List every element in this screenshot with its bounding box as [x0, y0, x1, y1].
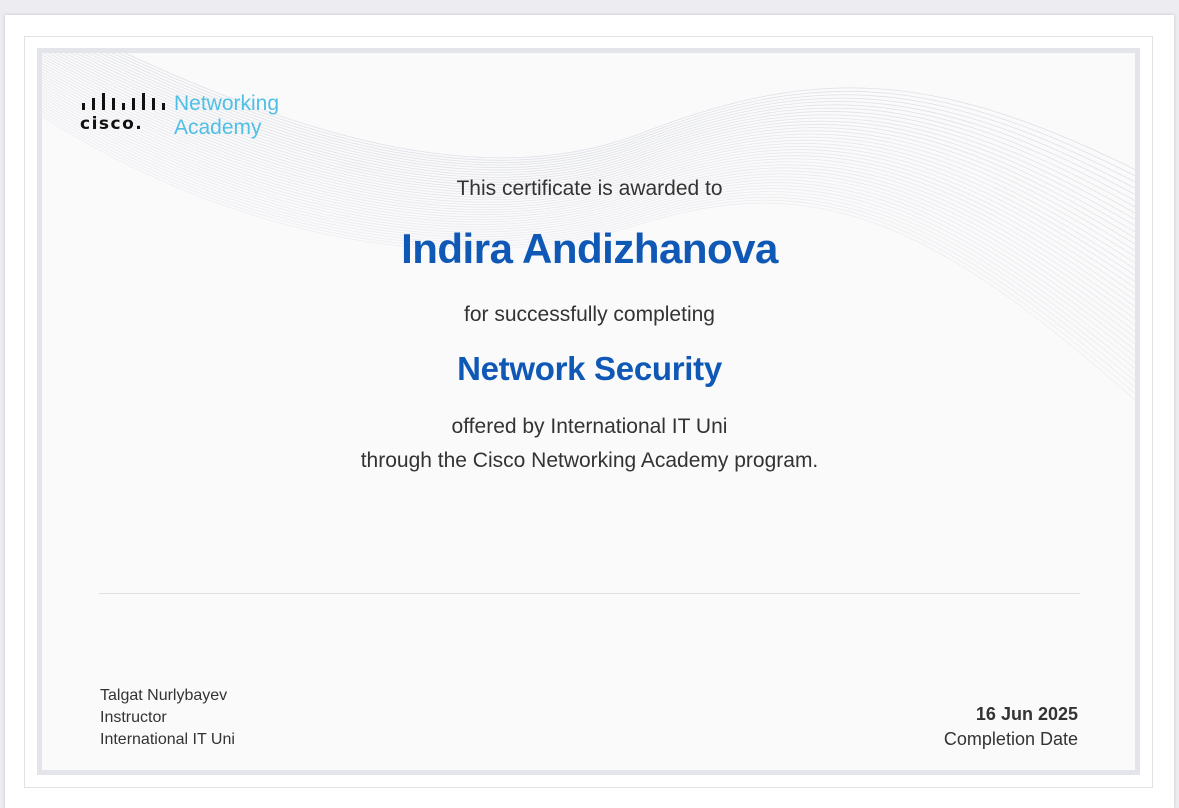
instructor-name: Talgat Nurlybayev	[100, 687, 228, 704]
instructor-block: Talgat Nurlybayev Instructor Internation…	[100, 685, 235, 751]
cisco-bars-icon	[82, 93, 165, 110]
logo-brand-text: cisco.	[80, 114, 144, 134]
logo-line-academy: Academy	[174, 116, 262, 139]
awarded-to-text: This certificate is awarded to	[456, 177, 723, 200]
instructor-role: Instructor	[100, 709, 167, 726]
instructor-organization: International IT Uni	[100, 731, 235, 748]
completion-date: 16 Jun 2025	[975, 704, 1078, 724]
program-text: through the Cisco Networking Academy pro…	[360, 449, 819, 472]
certificate-inner-frame	[37, 48, 1140, 775]
logo-line-networking: Networking	[174, 92, 280, 115]
offered-by-text: offered by International IT Uni	[451, 415, 728, 438]
recipient-name: Indira Andizhanova	[401, 225, 778, 272]
logo-academy-text: Networking Academy	[174, 92, 279, 140]
course-title: Network Security	[457, 350, 722, 387]
decorative-wave-pattern	[42, 53, 1135, 401]
footer-divider	[99, 593, 1080, 594]
completing-text: for successfully completing	[464, 303, 715, 326]
completion-block: 16 Jun 2025 Completion Date	[944, 702, 1078, 752]
completion-date-label: Completion Date	[943, 729, 1078, 749]
cisco-networking-academy-logo: cisco. Networking Academy	[80, 92, 300, 144]
